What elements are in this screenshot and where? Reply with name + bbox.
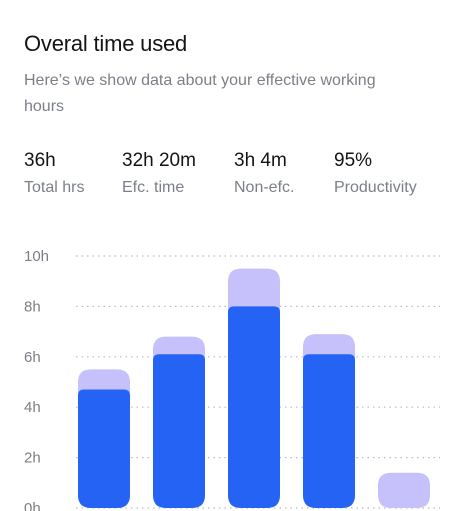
bar-group (228, 268, 280, 508)
bar-effective (303, 354, 355, 508)
bar-group (303, 334, 355, 508)
stat-productivity: 95% Productivity (334, 148, 417, 202)
card-title: Overal time used (24, 31, 188, 56)
stat-value: 95% (334, 150, 373, 171)
chart-bars (78, 268, 430, 508)
stat-label: Productivity (334, 179, 417, 196)
y-tick-label: 0h (24, 500, 41, 511)
bar-non-effective (378, 472, 430, 508)
y-tick-label: 2h (24, 450, 41, 467)
stat-total-hours: 36h Total hrs (24, 148, 84, 202)
y-tick-label: 4h (24, 399, 41, 416)
time-used-card: Overal time used Here’s we show data abo… (0, 0, 462, 511)
bar-effective (228, 306, 280, 508)
y-tick-label: 10h (24, 248, 49, 265)
stat-non-effective-time: 3h 4m Non-efc. (234, 148, 294, 202)
stat-label: Efc. time (122, 179, 185, 196)
bar-effective (153, 354, 205, 508)
stats-row: 36h Total hrs 32h 20m Efc. time 3h 4m No… (0, 148, 462, 208)
bar-group (153, 336, 205, 508)
stat-value: 36h (24, 150, 56, 171)
stat-label: Total hrs (24, 179, 85, 196)
bar-group (378, 472, 430, 508)
stat-effective-time: 32h 20m Efc. time (122, 148, 196, 202)
y-tick-label: 6h (24, 349, 41, 366)
card-subtitle: Here’s we show data about your effective… (24, 72, 376, 115)
y-tick-label: 8h (24, 298, 41, 315)
bar-effective (78, 389, 130, 508)
bar-group (78, 369, 130, 508)
hours-bar-chart: 0h 2h 4h 6h 8h 10h (24, 248, 440, 511)
stat-value: 3h 4m (234, 150, 287, 171)
stat-label: Non-efc. (234, 179, 295, 196)
stat-value: 32h 20m (122, 150, 196, 171)
